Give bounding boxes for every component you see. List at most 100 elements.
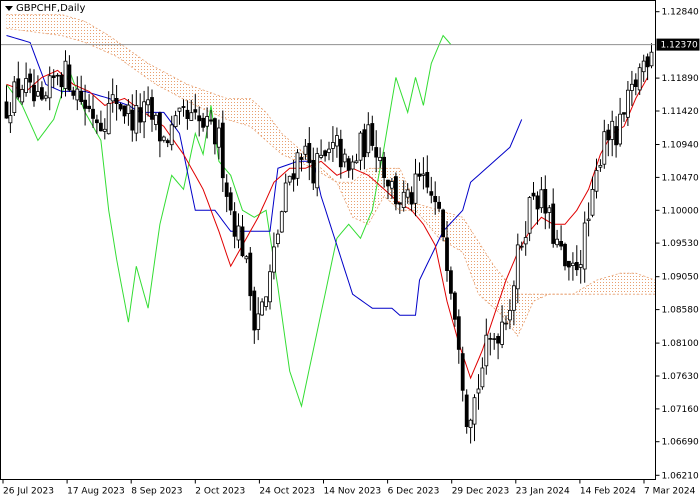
candle-body: [28, 73, 33, 83]
candle: [71, 86, 76, 100]
x-tick-label: 8 Sep 2023: [131, 487, 182, 497]
candle-body: [87, 105, 91, 109]
candle: [476, 374, 481, 410]
candle: [287, 175, 292, 186]
candle: [354, 153, 359, 164]
candle: [602, 119, 607, 169]
y-tick-label: 1.08580: [662, 306, 699, 316]
candle: [197, 106, 202, 137]
candle-body: [142, 101, 147, 123]
candle: [315, 147, 320, 197]
candle-body: [649, 51, 654, 67]
candle-body: [24, 78, 29, 93]
candle: [366, 112, 371, 158]
candle: [563, 242, 567, 271]
candle-body: [47, 75, 52, 99]
candle: [264, 296, 269, 311]
candle: [551, 188, 556, 248]
candle-body: [350, 161, 355, 170]
candle-body: [472, 397, 477, 425]
candle-body: [488, 338, 493, 340]
candle: [268, 264, 272, 310]
candle-body: [464, 394, 469, 428]
candle: [460, 346, 465, 402]
candle-body: [256, 313, 261, 330]
candle: [346, 155, 351, 178]
candle-body: [185, 109, 190, 120]
candle-body: [362, 129, 367, 158]
cloud-fill: [6, 14, 656, 337]
candle: [370, 115, 375, 151]
candle-body: [287, 175, 292, 183]
candle: [374, 130, 379, 173]
candle-body: [480, 367, 485, 388]
candle-body: [55, 74, 60, 77]
y-tick-label: 1.09530: [662, 239, 699, 249]
candle: [527, 196, 532, 242]
candle: [342, 148, 347, 168]
candle: [138, 93, 143, 134]
candle: [114, 85, 119, 121]
candle-body: [515, 244, 520, 290]
candle-body: [212, 118, 217, 145]
candle-body: [397, 202, 402, 205]
candle-body: [393, 176, 398, 205]
candle-body: [500, 321, 505, 345]
candle: [275, 229, 280, 248]
dropdown-triangle-icon[interactable]: [5, 6, 13, 11]
candle: [295, 149, 300, 186]
candle: [334, 127, 339, 158]
candle: [102, 118, 107, 140]
y-tick-label: 1.10940: [662, 141, 699, 151]
candle-body: [91, 108, 95, 119]
candle-body: [224, 182, 229, 197]
candle-body: [445, 237, 449, 271]
x-tick-label: 2 Oct 2023: [195, 487, 245, 497]
candle-body: [83, 99, 87, 109]
x-tick-label: 24 Oct 2023: [259, 487, 315, 497]
candle-body: [323, 150, 328, 157]
candle: [177, 107, 182, 125]
candle: [327, 141, 331, 161]
candle-body: [12, 81, 17, 114]
x-tick-label: 7 Mar 2024: [644, 487, 696, 497]
candle-body: [181, 106, 186, 108]
candle: [555, 229, 559, 248]
candle: [610, 110, 615, 157]
candle: [543, 175, 548, 230]
candle-body: [260, 301, 265, 316]
candle: [350, 155, 355, 180]
candle-body: [421, 173, 426, 176]
candle-body: [63, 60, 68, 89]
candle: [645, 53, 650, 81]
candle-body: [531, 192, 536, 197]
candle-body: [201, 117, 206, 128]
candle-body: [32, 84, 36, 102]
candle: [134, 90, 139, 142]
candle: [523, 221, 528, 256]
candle-body: [130, 109, 135, 131]
candle: [248, 247, 253, 311]
candle-body: [456, 316, 461, 350]
candle-body: [126, 104, 131, 114]
candle: [362, 123, 367, 170]
candle-body: [248, 252, 253, 297]
candle-body: [342, 153, 347, 163]
candle: [20, 84, 25, 105]
candle: [547, 205, 552, 229]
candle-body: [413, 173, 418, 204]
candle-body: [16, 78, 21, 98]
y-tick-label: 1.06690: [662, 438, 699, 448]
chart-title[interactable]: GBPCHF,Daily: [5, 3, 85, 14]
candle: [283, 173, 288, 213]
candle: [630, 70, 634, 106]
candle-body: [626, 89, 630, 118]
candle: [142, 90, 147, 139]
candle: [252, 286, 257, 344]
candle: [4, 85, 9, 119]
candle: [468, 418, 473, 444]
candle: [87, 94, 91, 113]
candle-body: [441, 209, 446, 238]
candle-body: [67, 64, 72, 91]
candle-body: [36, 91, 40, 97]
